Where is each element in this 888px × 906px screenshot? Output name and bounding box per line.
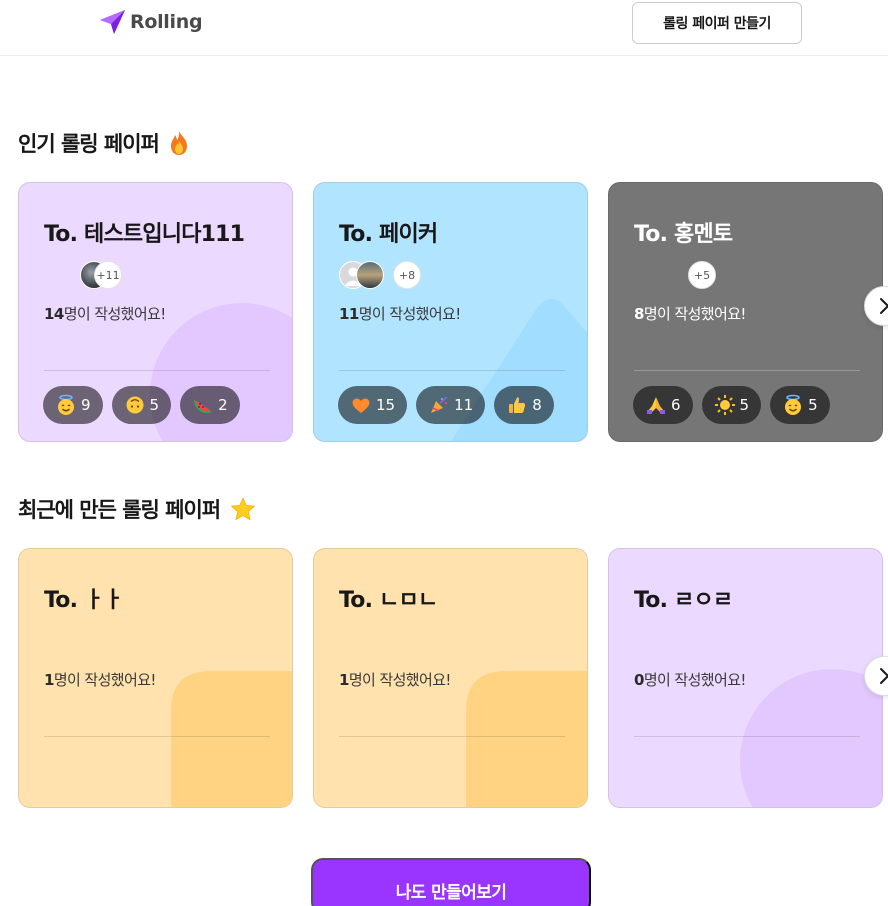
halo-smile-emoji-icon — [55, 394, 77, 416]
card-divider — [44, 370, 270, 371]
reaction-count: 11 — [454, 396, 474, 414]
card-recipient: To. 페이커 — [339, 222, 438, 247]
folded-hands-emoji-icon — [645, 394, 667, 416]
reaction-badge: 5 — [111, 386, 172, 424]
card-divider — [634, 370, 860, 371]
watermelon-emoji-icon — [192, 394, 214, 416]
reaction-badge: 11 — [416, 386, 486, 424]
writer-count: 0명이 작성했어요! — [634, 671, 746, 689]
writer-count: 1명이 작성했어요! — [44, 671, 156, 689]
writer-count: 8명이 작성했어요! — [634, 305, 746, 323]
rolling-paper-card[interactable]: To. 페이커 +8 11명이 작성했어요! 15 11 8 — [313, 182, 588, 442]
reaction-count: 6 — [671, 396, 681, 414]
sun-emoji-icon — [714, 394, 736, 416]
avatar — [356, 261, 384, 289]
reaction-count: 8 — [532, 396, 542, 414]
reaction-badge: 2 — [180, 386, 240, 424]
logo-text: Rolling — [130, 11, 203, 33]
card-divider — [44, 736, 270, 737]
card-divider — [339, 736, 565, 737]
card-decoration-shape — [171, 671, 292, 807]
author-avatars: +11 — [44, 261, 154, 289]
reaction-count: 5 — [149, 396, 160, 414]
recent-section-heading: 최근에 만든 롤링 페이퍼 — [18, 494, 256, 524]
reaction-count: 2 — [218, 396, 228, 414]
card-decoration-shape — [740, 669, 882, 807]
make-my-own-button[interactable]: 나도 만들어보기 — [311, 858, 591, 906]
popular-section-title: 인기 롤링 페이퍼 — [18, 132, 160, 156]
chevron-right-icon — [877, 667, 888, 685]
card-divider — [634, 736, 860, 737]
card-decoration-shape — [466, 671, 587, 807]
rolling-paper-card[interactable]: To. ㅏㅏ 1명이 작성했어요! — [18, 548, 293, 808]
card-recipient: To. ㄴㅁㄴ — [339, 588, 438, 613]
reaction-count: 15 — [376, 396, 396, 414]
home-logo-link[interactable]: Rolling — [98, 8, 203, 36]
reaction-count: 5 — [739, 396, 750, 414]
popular-section-heading: 인기 롤링 페이퍼 — [18, 128, 189, 158]
fire-icon — [169, 130, 189, 156]
orange-heart-emoji-icon — [350, 394, 372, 416]
chevron-right-icon — [877, 297, 888, 315]
card-divider — [339, 370, 565, 371]
writer-count: 1명이 작성했어요! — [339, 671, 451, 689]
card-recipient: To. ㅏㅏ — [44, 588, 124, 613]
rolling-paper-card[interactable]: To. 테스트입니다111 +11 14명이 작성했어요! 9 5 2 — [18, 182, 293, 442]
reaction-badge: 15 — [338, 386, 408, 424]
reaction-badge: 9 — [43, 386, 103, 424]
reaction-count: 5 — [808, 396, 818, 414]
top-reactions: 15 11 8 — [338, 386, 554, 424]
top-reactions: 9 5 2 — [43, 386, 240, 424]
writer-count: 14명이 작성했어요! — [44, 305, 166, 323]
paper-plane-icon — [98, 8, 128, 36]
star-icon — [230, 497, 256, 521]
reaction-count: 9 — [81, 396, 91, 414]
create-rolling-paper-button[interactable]: 롤링 페이퍼 만들기 — [632, 2, 802, 44]
reaction-badge: 5 — [701, 386, 762, 424]
recent-section-title: 최근에 만든 롤링 페이퍼 — [18, 498, 221, 522]
rolling-paper-card[interactable]: To. 홍멘토 +5 8명이 작성했어요! 6 5 5 — [608, 182, 883, 442]
top-reactions: 6 5 5 — [633, 386, 830, 424]
card-recipient: To. 홍멘토 — [634, 222, 733, 247]
reaction-badge: 5 — [770, 386, 830, 424]
halo-smile-emoji-icon — [782, 394, 804, 416]
rolling-paper-card[interactable]: To. ㄹㅇㄹ 0명이 작성했어요! — [608, 548, 883, 808]
card-recipient: To. 테스트입니다111 — [44, 222, 245, 247]
reaction-badge: 8 — [494, 386, 554, 424]
avatar-more-count: +11 — [94, 261, 122, 289]
rolling-paper-card[interactable]: To. ㄴㅁㄴ 1명이 작성했어요! — [313, 548, 588, 808]
reaction-badge: 6 — [633, 386, 693, 424]
thumbs-up-emoji-icon — [506, 394, 528, 416]
party-popper-emoji-icon — [428, 394, 450, 416]
avatar-more-count: +5 — [688, 261, 716, 289]
card-recipient: To. ㄹㅇㄹ — [634, 588, 733, 613]
author-avatars: +5 — [634, 261, 744, 289]
top-navigation-bar: Rolling 롤링 페이퍼 만들기 — [0, 0, 888, 56]
avatar-more-count: +8 — [393, 261, 421, 289]
author-avatars: +8 — [339, 261, 449, 289]
upside-down-face-emoji-icon — [124, 394, 146, 416]
writer-count: 11명이 작성했어요! — [339, 305, 461, 323]
